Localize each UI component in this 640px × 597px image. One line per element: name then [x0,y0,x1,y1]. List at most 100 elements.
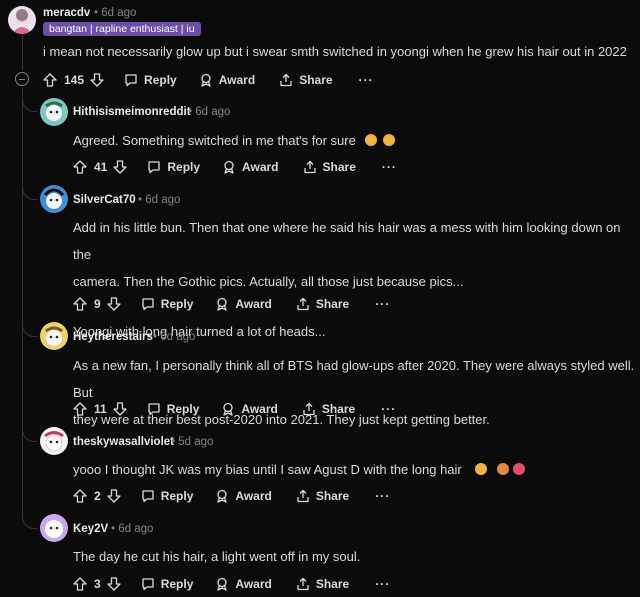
comment-line: Agreed. Something switched in me that's … [73,133,356,148]
username[interactable]: Key2V [73,523,108,535]
comment-actions: 41 Reply Award Share ··· [73,157,397,177]
user-flair: bangtan | rapline enthusiast | iu [43,22,201,36]
reply-button[interactable]: Reply [147,402,200,416]
award-button[interactable]: Award [221,402,278,416]
award-button[interactable]: Award [222,160,279,174]
more-icon[interactable]: ··· [381,402,396,416]
collapse-icon[interactable] [15,72,29,86]
comment-line: Add in his little bun. Then that one whe… [73,220,621,262]
award-icon [215,489,229,503]
share-icon [296,297,310,311]
comment-text: yooo I thought JK was my bias until I sa… [73,456,526,483]
comment-actions: 3 Reply Award Share ··· [73,574,390,594]
timestamp: • 6d ago [111,523,153,535]
comment-line: yooo I thought JK was my bias until I sa… [73,462,462,477]
face-emoji-icon [497,463,510,475]
award-button[interactable]: Award [215,577,272,591]
avatar[interactable] [40,185,68,213]
downvote-icon[interactable] [113,402,127,416]
award-button[interactable]: Award [215,489,272,503]
upvote-icon[interactable] [73,402,87,416]
reply-button[interactable]: Reply [141,577,194,591]
timestamp: • 6d ago [188,106,230,118]
reply-button[interactable]: Reply [124,73,177,87]
comment-actions: 2 Reply Award Share ··· [73,486,390,506]
comment-text: The day he cut his hair, a light went of… [73,549,361,564]
username[interactable]: Hithisismeimonreddit [73,106,191,118]
thread-line-replies [22,88,23,520]
reply-button[interactable]: Reply [141,297,194,311]
reply-label: Reply [166,402,200,416]
username[interactable]: Heytherestairs [73,331,153,343]
reply-connector [22,185,37,200]
avatar[interactable] [40,322,68,350]
more-icon[interactable]: ··· [382,160,397,174]
award-icon [222,160,236,174]
username[interactable]: SilverCat70 [73,194,136,206]
more-icon[interactable]: ··· [375,577,390,591]
award-button[interactable]: Award [199,73,255,87]
separator: • [171,436,176,448]
share-button[interactable]: Share [296,577,349,591]
share-button[interactable]: Share [303,160,356,174]
reply-label: Reply [160,577,194,591]
award-label: Award [235,489,272,503]
heart-eyes-emoji-icon [513,463,526,475]
avatar[interactable] [40,514,68,542]
share-button[interactable]: Share [296,489,349,503]
share-label: Share [315,577,350,591]
share-button[interactable]: Share [302,402,355,416]
share-label: Share [315,297,350,311]
laughing-emoji-icon [383,134,396,146]
upvote-icon[interactable] [43,73,57,87]
downvote-icon[interactable] [107,577,121,591]
award-label: Award [235,297,272,311]
comment-actions: 9 Reply Award Share ··· [73,294,390,314]
username[interactable]: meracdv [43,7,90,19]
reply-button[interactable]: Reply [141,489,193,503]
comment-actions: 145 Reply Award Share ··· [43,70,374,90]
reply-icon [141,577,155,591]
share-icon [302,402,316,416]
award-label: Award [241,402,278,416]
comment-actions: 11 Reply Award Share ··· [73,399,396,419]
downvote-icon[interactable] [107,489,121,503]
thread-line-main [22,36,23,70]
reply-label: Reply [160,297,194,311]
award-button[interactable]: Award [215,297,272,311]
vote-count: 41 [94,160,108,174]
share-label: Share [322,160,356,174]
username[interactable]: theskywasallviolet [73,436,174,448]
laughing-emoji-icon [365,134,378,146]
share-button[interactable]: Share [279,73,333,87]
avatar[interactable] [40,98,68,126]
avatar[interactable] [40,427,68,455]
award-label: Award [235,577,272,591]
time: 5d ago [178,436,214,448]
downvote-icon[interactable] [107,297,121,311]
share-button[interactable]: Share [296,297,349,311]
upvote-icon[interactable] [73,160,87,174]
timestamp: • 6d ago [138,194,180,206]
reply-button[interactable]: Reply [147,160,200,174]
upvote-icon[interactable] [73,489,87,503]
upvote-icon[interactable] [73,297,87,311]
comment-text: Agreed. Something switched in me that's … [73,127,396,154]
separator: • [138,194,143,206]
more-icon[interactable]: ··· [359,73,374,87]
reply-icon [147,160,161,174]
reply-icon [141,489,155,503]
upvote-icon[interactable] [73,577,87,591]
vote-count: 2 [94,489,101,503]
downvote-icon[interactable] [113,160,128,174]
share-label: Share [315,489,350,503]
downvote-icon[interactable] [90,73,104,87]
reply-label: Reply [167,160,201,174]
time: 6d ago [101,7,137,19]
more-icon[interactable]: ··· [375,489,390,503]
avatar[interactable] [8,6,36,34]
time: 6d ago [195,106,231,118]
separator: • [94,7,99,19]
reply-connector [22,97,37,112]
more-icon[interactable]: ··· [375,297,390,311]
